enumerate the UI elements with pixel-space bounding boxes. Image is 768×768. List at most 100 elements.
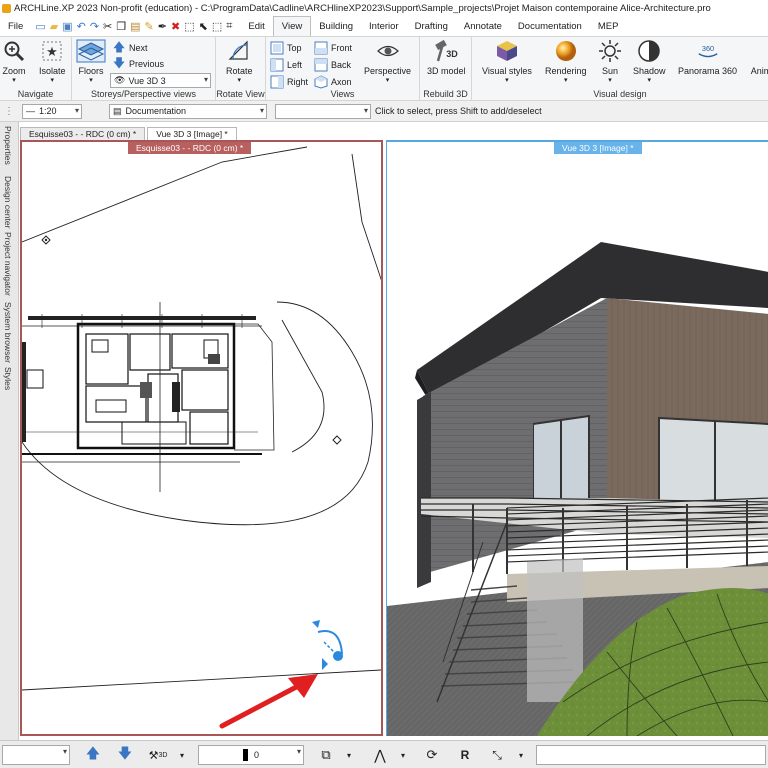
layer-filter-select[interactable]: ▾	[275, 103, 371, 119]
status-message: Click to select, press Shift to add/dese…	[375, 106, 542, 116]
chevron-down-icon: ▾	[74, 105, 79, 115]
group-navigate-label: Navigate	[17, 89, 54, 99]
snap-dropdown[interactable]: ▾	[396, 745, 410, 765]
layers-button[interactable]: ⧉	[314, 745, 338, 765]
view-left-button[interactable]: Left	[270, 57, 302, 73]
delete-icon[interactable]: ✖	[171, 20, 180, 33]
layers-dropdown[interactable]: ▾	[342, 745, 356, 765]
side-tab-project-navigator[interactable]: Project navigator	[3, 232, 13, 296]
group-rebuild-3d: 3D 3D model Rebuild 3D	[420, 37, 472, 100]
plan-viewport[interactable]: Esquisse03 - - RDC (0 cm) *	[20, 140, 383, 736]
animation-button[interactable]: Anim	[749, 39, 768, 76]
new-file-icon[interactable]: ▭	[35, 20, 45, 33]
group-rotate-view-label: Rotate View	[216, 89, 265, 99]
view-right-button[interactable]: Right	[270, 74, 308, 90]
window-title: ARCHLine.XP 2023 Non-profit (education) …	[14, 2, 711, 14]
panorama-360-button[interactable]: 360 Panorama 360	[678, 39, 737, 76]
side-panel: Properties Design center Project navigat…	[0, 122, 19, 740]
chevron-down-icon: ▾	[363, 105, 368, 115]
view-front-button[interactable]: Front	[314, 40, 352, 56]
doc-tab-plan[interactable]: Esquisse03 - - RDC (0 cm) *	[20, 127, 146, 140]
floors-button[interactable]: Floors ▾	[76, 39, 106, 84]
3d-viewport[interactable]: Vue 3D 3 [Image] *	[386, 140, 768, 736]
3d-model-button[interactable]: 3D 3D model	[427, 39, 466, 76]
group-views: Top Front Left Back Right Axon Perspecti…	[266, 37, 420, 100]
rotation-handle-icon[interactable]	[312, 620, 343, 670]
perspective-view-select[interactable]: 👁 Vue 3D 3 ▾	[110, 73, 211, 88]
eyedropper-icon[interactable]: ✒	[158, 20, 167, 33]
reference-button[interactable]: R	[452, 745, 478, 765]
side-tab-design-center[interactable]: Design center	[3, 176, 13, 228]
layer-select[interactable]: ▤ Documentation ▾	[109, 103, 267, 119]
tab-edit[interactable]: Edit	[240, 16, 272, 36]
plan-viewport-title: Esquisse03 - - RDC (0 cm) *	[128, 142, 252, 154]
tab-mep[interactable]: MEP	[590, 16, 627, 36]
save-icon[interactable]: ▣	[62, 20, 72, 33]
chevron-down-icon: ▾	[296, 747, 301, 756]
side-tab-properties[interactable]: Properties	[3, 126, 13, 165]
copy-icon[interactable]: ❐	[116, 20, 126, 33]
doc-tab-3d-view[interactable]: Vue 3D 3 [Image] *	[147, 127, 237, 140]
command-input[interactable]	[536, 745, 766, 765]
move-down-button[interactable]: 🡇	[114, 745, 136, 765]
tab-interior[interactable]: Interior	[361, 16, 407, 36]
cut-icon[interactable]: ✂	[103, 20, 112, 33]
view-back-button[interactable]: Back	[314, 57, 351, 73]
rotate-button[interactable]: Rotate ▾	[226, 39, 253, 84]
3d-hammer-button[interactable]: ⚒ 3D	[144, 745, 172, 765]
tab-drafting[interactable]: Drafting	[407, 16, 456, 36]
redo-icon[interactable]: ↷	[90, 20, 99, 33]
sun-icon	[598, 39, 622, 63]
side-tab-styles[interactable]: Styles	[3, 367, 13, 390]
side-tab-system-browser[interactable]: System browser	[3, 302, 13, 363]
group-storeys: Floors ▾ 🡅 Next 🡇 Previous 👁 Vue 3D 3 ▾ …	[72, 37, 216, 100]
polyline-dropdown[interactable]: ▾	[514, 745, 528, 765]
zoom-button[interactable]: Zoom ▾	[2, 39, 26, 84]
tab-annotate[interactable]: Annotate	[456, 16, 510, 36]
tab-documentation[interactable]: Documentation	[510, 16, 590, 36]
shadow-button[interactable]: Shadow ▾	[633, 39, 666, 84]
paste-icon[interactable]: ▤	[130, 20, 140, 33]
area-select-icon[interactable]: ⬚	[212, 20, 222, 33]
polyline-button[interactable]: ⤡	[484, 745, 510, 765]
arrow-select-icon[interactable]: ⬉	[199, 20, 208, 33]
rendering-button[interactable]: Rendering ▾	[545, 39, 587, 84]
animation-icon	[749, 39, 768, 63]
perspective-button[interactable]: Perspective ▾	[364, 39, 411, 84]
crop-icon[interactable]: ⌗	[226, 20, 232, 33]
select-icon[interactable]: ⬚	[184, 20, 194, 33]
tab-file[interactable]: File	[0, 16, 31, 36]
hammer-dropdown[interactable]: ▾	[175, 745, 189, 765]
shadow-icon	[637, 39, 661, 63]
open-folder-icon[interactable]: ▰	[50, 20, 58, 33]
brush-icon[interactable]: ✎	[145, 20, 154, 33]
chevron-down-icon: ▾	[259, 105, 264, 115]
isolate-icon: ★	[40, 39, 64, 63]
chevron-down-icon: ▾	[518, 750, 523, 760]
sun-button[interactable]: Sun ▾	[598, 39, 622, 84]
tab-view[interactable]: View	[272, 16, 312, 36]
visual-styles-button[interactable]: Visual styles ▾	[482, 39, 532, 84]
isolate-button[interactable]: ★ Isolate ▾	[39, 39, 66, 84]
floor-plan-drawing	[22, 146, 381, 729]
floors-icon	[76, 39, 106, 63]
move-up-button[interactable]: 🡅	[82, 745, 104, 765]
group-rotate-view: Rotate ▾ Rotate View	[216, 37, 266, 100]
view-top-button[interactable]: Top	[270, 40, 302, 56]
snap-button[interactable]: ⋀	[368, 745, 392, 765]
scale-select[interactable]: — 1:20 ▾	[22, 103, 82, 119]
undo-icon[interactable]: ↶	[77, 20, 86, 33]
tab-building[interactable]: Building	[311, 16, 361, 36]
previous-button[interactable]: 🡇 Previous	[112, 56, 164, 72]
view-axon-button[interactable]: Axon	[314, 74, 352, 90]
snap-a-icon: ⋀	[374, 746, 386, 763]
group-rebuild-3d-label: Rebuild 3D	[423, 89, 468, 99]
reference-r-icon: R	[460, 748, 470, 762]
pen-select[interactable]: 0 ▾	[198, 745, 304, 765]
chevron-down-icon: ▾	[400, 750, 405, 760]
bottom-select-1[interactable]: ▾	[2, 745, 70, 765]
document-tabs: Esquisse03 - - RDC (0 cm) * Vue 3D 3 [Im…	[20, 124, 768, 140]
bottom-toolbar: ▾ 🡅 🡇 ⚒ 3D ▾ 0 ▾ ⧉ ▾ ⋀ ▾ ⟳ R ⤡ ▾	[0, 740, 768, 768]
orbit-button[interactable]: ⟳	[420, 745, 444, 765]
cube-left-icon	[270, 58, 284, 72]
